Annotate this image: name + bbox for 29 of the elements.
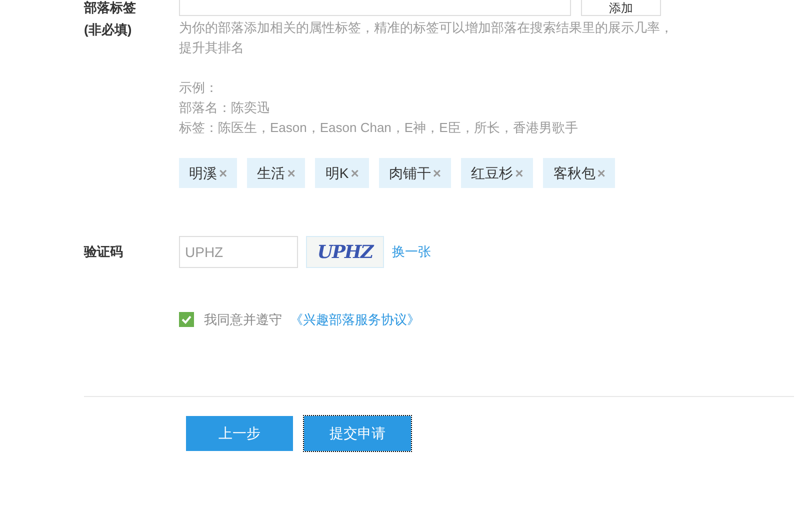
tag-label: 明K: [325, 164, 349, 183]
description-text: 为你的部落添加相关的属性标签，精准的标签可以增加部落在搜索结果里的展示几率，提升其排名: [179, 19, 674, 57]
remove-tag-button[interactable]: ×: [515, 166, 524, 180]
agreement-link[interactable]: 《兴趣部落服务协议》: [290, 310, 420, 330]
example-text: 部落名：陈奕迅: [179, 99, 271, 117]
example-text: 标签：陈医生，Eason，Eason Chan，E神，E臣，所长，香港男歌手: [179, 119, 579, 137]
submit-button[interactable]: 提交申请: [304, 416, 411, 450]
tag-label: 肉铺干: [388, 164, 431, 183]
agreement-text: 我同意并遵守: [204, 311, 282, 329]
remove-tag-button[interactable]: ×: [287, 166, 296, 180]
agreement-checkbox[interactable]: [179, 312, 194, 328]
add-button[interactable]: 添加: [581, 0, 661, 16]
back-button[interactable]: 上一步: [186, 416, 293, 450]
tag-label: 生活: [257, 164, 286, 183]
remove-tag-button[interactable]: ×: [350, 166, 359, 180]
tag-input-field[interactable]: [179, 0, 571, 16]
captcha-input-field[interactable]: UPHZ: [179, 236, 298, 268]
tag-label: 客秋包: [553, 164, 596, 183]
optional-note: (非必填): [84, 21, 133, 39]
refresh-captcha-link[interactable]: 换一张: [392, 242, 431, 262]
field-label: 部落标签: [84, 0, 137, 16]
field-label: 验证码: [84, 243, 124, 262]
tag-label: 明溪: [189, 164, 217, 183]
captcha-image: UPHZ: [306, 236, 384, 268]
remove-tag-button[interactable]: ×: [597, 166, 606, 180]
remove-tag-button[interactable]: ×: [219, 166, 228, 180]
remove-tag-button[interactable]: ×: [432, 166, 442, 180]
tag-label: 红豆杉: [471, 164, 514, 183]
example-text: 示例：: [179, 79, 219, 97]
